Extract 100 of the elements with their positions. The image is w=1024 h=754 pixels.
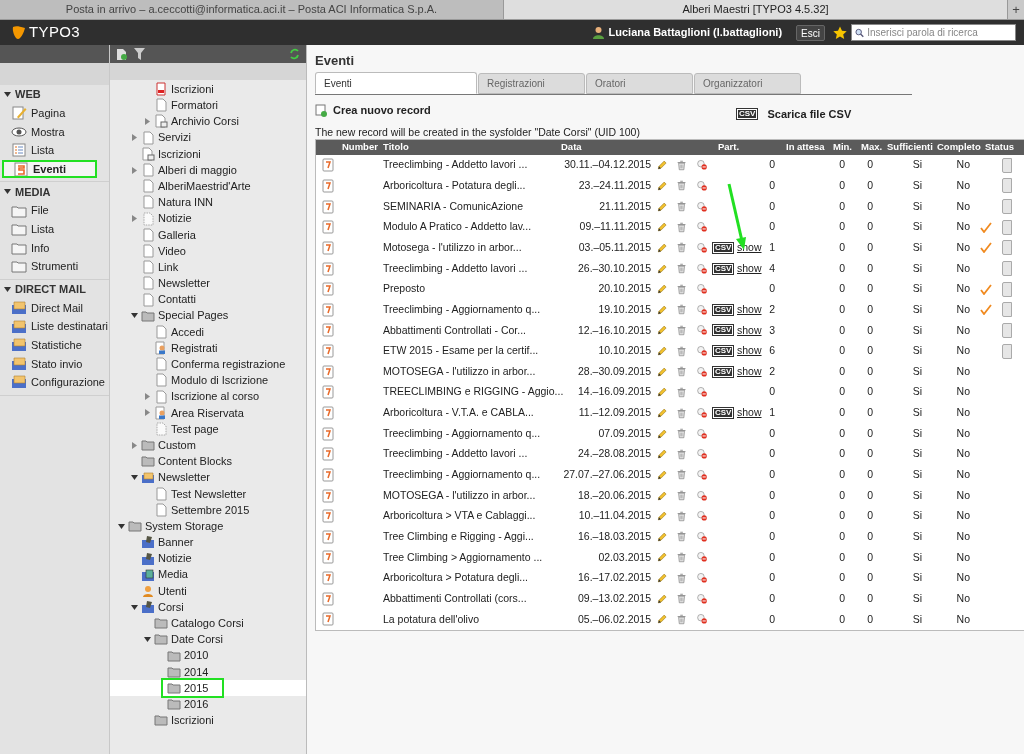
- expand-arrow-icon[interactable]: [118, 522, 125, 530]
- csv-badge[interactable]: CSV: [712, 345, 735, 358]
- logout-button[interactable]: Esci: [796, 24, 825, 41]
- module-item[interactable]: Stato invio: [0, 354, 109, 374]
- tree-item[interactable]: 2014: [110, 663, 306, 680]
- event-icon[interactable]: [322, 240, 334, 255]
- event-icon[interactable]: [322, 447, 334, 462]
- event-icon[interactable]: [322, 612, 334, 627]
- tree-item[interactable]: Modulo di Iscrizione: [110, 372, 306, 389]
- column-header[interactable]: Number: [342, 141, 378, 153]
- new-page-icon[interactable]: [116, 47, 128, 61]
- module-item[interactable]: Info: [0, 238, 109, 258]
- event-icon[interactable]: [322, 571, 334, 586]
- new-record-link[interactable]: Crea nuovo record: [333, 101, 431, 119]
- tree-item[interactable]: Corsi: [110, 599, 306, 616]
- tree-item[interactable]: Link: [110, 259, 306, 276]
- tree-item[interactable]: AlberiMaestrid'Arte: [110, 178, 306, 195]
- tree-item[interactable]: Banner: [110, 534, 306, 551]
- module-group-header[interactable]: DIRECT MAIL: [0, 279, 109, 299]
- browser-tab[interactable]: Alberi Maestri [TYPO3 4.5.32]: [504, 0, 1008, 19]
- tree-item[interactable]: Registrati: [110, 340, 306, 357]
- column-header[interactable]: In attesa: [786, 141, 825, 153]
- expand-arrow-icon[interactable]: [131, 603, 138, 611]
- row-action-button[interactable]: [1002, 281, 1012, 297]
- tree-item[interactable]: Test page: [110, 420, 306, 438]
- trash-icon[interactable]: [677, 550, 687, 565]
- row-action-button[interactable]: [1002, 322, 1012, 338]
- trash-icon[interactable]: [677, 261, 687, 276]
- hide-icon[interactable]: [696, 405, 707, 421]
- row-action-button[interactable]: [1002, 178, 1012, 194]
- event-icon[interactable]: [322, 344, 334, 359]
- event-icon[interactable]: [322, 323, 334, 338]
- column-header[interactable]: Max.: [861, 141, 883, 153]
- event-icon[interactable]: [322, 364, 334, 379]
- tree-item[interactable]: Newsletter: [110, 275, 306, 292]
- row-action-button[interactable]: [1002, 199, 1012, 215]
- expand-arrow-icon[interactable]: [131, 312, 138, 320]
- module-item[interactable]: Direct Mail: [0, 298, 109, 318]
- tree-item[interactable]: Custom: [110, 437, 306, 454]
- module-item[interactable]: File: [0, 201, 109, 220]
- csv-badge[interactable]: CSV: [712, 324, 735, 337]
- refresh-icon[interactable]: [289, 48, 300, 60]
- browser-tab[interactable]: Posta in arrivo – a.ceccotti@informatica.aci.it – Posta ACI Informatica S.p.A.: [0, 0, 504, 19]
- tree-item[interactable]: Archivio Corsi: [110, 113, 306, 130]
- tab[interactable]: Oratori: [586, 73, 693, 94]
- event-icon[interactable]: [322, 467, 334, 482]
- column-header[interactable]: Sufficienti: [887, 141, 933, 153]
- new-tab-button[interactable]: +: [1008, 0, 1024, 19]
- tree-item[interactable]: Iscrizione al corso: [110, 388, 306, 405]
- event-icon[interactable]: [322, 282, 334, 297]
- column-header[interactable]: Completo: [937, 141, 981, 153]
- show-link[interactable]: show: [737, 323, 762, 336]
- search-field[interactable]: Inserisci parola di ricerca: [851, 24, 1016, 41]
- new-record-icon[interactable]: [315, 103, 327, 117]
- tree-item[interactable]: Formatori: [110, 97, 306, 114]
- collapse-arrow-icon[interactable]: [4, 188, 11, 196]
- module-item[interactable]: Lista: [0, 141, 109, 160]
- module-item[interactable]: Lista: [0, 219, 109, 239]
- module-item[interactable]: Eventi: [2, 159, 97, 179]
- event-icon[interactable]: [322, 385, 334, 400]
- tree-item[interactable]: Iscrizioni: [110, 145, 306, 162]
- module-group-header[interactable]: WEB: [0, 85, 109, 104]
- show-link[interactable]: show: [737, 406, 762, 419]
- column-header[interactable]: Titolo: [383, 141, 409, 153]
- tree-item[interactable]: 2015: [110, 679, 306, 697]
- tree-item[interactable]: Special Pages: [110, 307, 306, 324]
- show-link[interactable]: show: [737, 302, 762, 315]
- tree-item[interactable]: Natura INN: [110, 194, 306, 211]
- row-action-button[interactable]: [1002, 157, 1012, 173]
- module-item[interactable]: Pagina: [0, 104, 109, 123]
- star-icon[interactable]: [833, 25, 847, 40]
- csv-badge[interactable]: CSV: [712, 407, 735, 419]
- tree-item[interactable]: Content Blocks: [110, 453, 306, 470]
- csv-badge[interactable]: CSV: [712, 262, 735, 275]
- event-icon[interactable]: [322, 426, 334, 441]
- tab[interactable]: Organizzatori: [694, 73, 801, 94]
- tab[interactable]: Registrazioni: [478, 73, 585, 94]
- tree-item[interactable]: Test Newsletter: [110, 485, 306, 502]
- tree-item[interactable]: Notizie: [110, 550, 306, 567]
- row-action-button[interactable]: [1002, 240, 1012, 256]
- tree-item[interactable]: Servizi: [110, 129, 306, 146]
- event-icon[interactable]: [322, 488, 334, 503]
- tree-item[interactable]: Iscrizioni: [110, 712, 306, 729]
- tree-item[interactable]: Catalogo Corsi: [110, 615, 306, 632]
- tree-item[interactable]: Utenti: [110, 582, 306, 599]
- event-icon[interactable]: [322, 158, 334, 173]
- module-item[interactable]: Mostra: [0, 122, 109, 142]
- row-action-button[interactable]: [1002, 261, 1012, 276]
- column-header[interactable]: Min.: [833, 141, 852, 153]
- module-item[interactable]: Strumenti: [0, 257, 109, 276]
- typo3-logo[interactable]: TYPO3: [12, 21, 81, 44]
- row-action-button[interactable]: [1002, 343, 1012, 359]
- tree-item[interactable]: Date Corsi: [110, 631, 306, 648]
- collapse-arrow-icon[interactable]: [4, 285, 11, 293]
- event-icon[interactable]: [322, 509, 334, 524]
- csv-badge[interactable]: CSV: [712, 303, 735, 316]
- tree-item[interactable]: System Storage: [110, 518, 306, 535]
- module-group-header[interactable]: MEDIA: [0, 182, 109, 202]
- column-header[interactable]: Part.: [718, 141, 740, 153]
- module-item[interactable]: Liste destinatari: [0, 317, 109, 336]
